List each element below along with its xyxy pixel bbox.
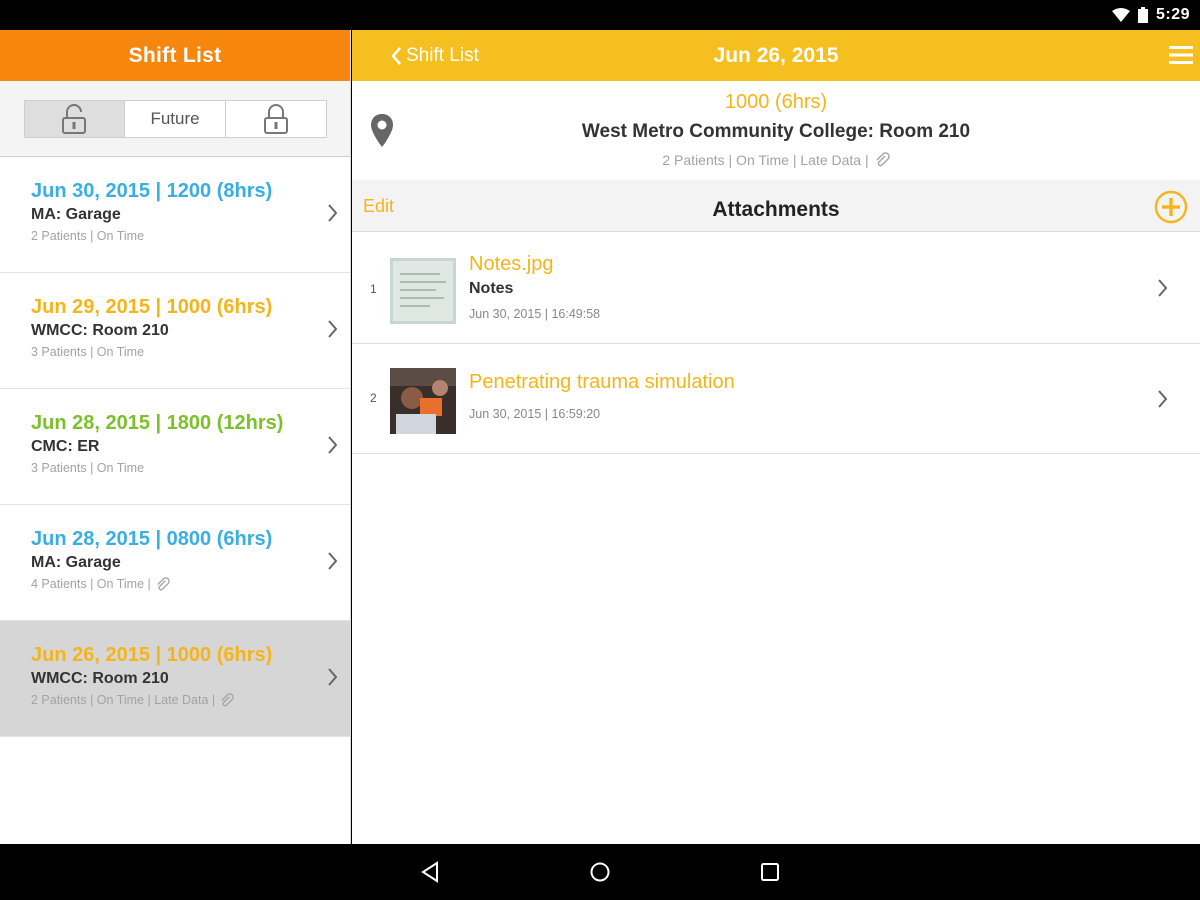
shift-location: West Metro Community College: Room 210 bbox=[581, 121, 971, 142]
attachment-row[interactable]: 1 Notes.jpg Notes Jun 30, 2015 | 16:49:5… bbox=[352, 232, 1200, 344]
shift-row[interactable]: Jun 28, 2015 | 0800 (6hrs) MA: Garage 4 Pa… bbox=[0, 505, 350, 621]
shift-row-location: MA: Garage bbox=[31, 554, 121, 571]
attachment-row[interactable]: 2 Penetrating trauma simulation Jun 30, … bbox=[352, 344, 1200, 454]
segment-future[interactable]: Future bbox=[125, 100, 226, 137]
battery-icon bbox=[1137, 7, 1148, 23]
chevron-right-icon bbox=[1158, 390, 1168, 408]
shift-row-title: Jun 28, 2015 | 1800 (12hrs) bbox=[31, 412, 284, 434]
shift-row-meta: 2 Patients | On Time bbox=[31, 229, 145, 243]
shift-time: 1000 (6hrs) bbox=[724, 91, 828, 113]
attachment-date: Jun 30, 2015 | 16:59:20 bbox=[469, 407, 601, 421]
segmented-control: Future bbox=[23, 99, 327, 138]
paperclip-icon bbox=[157, 576, 170, 590]
segment-unlocked[interactable] bbox=[24, 100, 126, 137]
trauma-simulation-thumbnail bbox=[390, 368, 456, 434]
recents-nav-icon[interactable] bbox=[759, 861, 781, 883]
attachment-name: Notes.jpg bbox=[469, 253, 554, 275]
paperclip-icon bbox=[876, 152, 890, 167]
segment-locked[interactable] bbox=[226, 101, 326, 137]
chevron-right-icon bbox=[328, 668, 338, 686]
shift-row-location: WMCC: Room 210 bbox=[31, 322, 169, 339]
detail-title: Jun 26, 2015 bbox=[713, 43, 839, 67]
shift-list-title: Shift List bbox=[128, 43, 222, 67]
shift-list-panel: Shift List Future Jun 30, 2015 | 1200 (8… bbox=[0, 30, 351, 844]
shift-row[interactable]: Jun 28, 2015 | 1800 (12hrs) CMC: ER 3 Pati… bbox=[0, 389, 350, 505]
shift-row-meta: 4 Patients | On Time | bbox=[31, 576, 350, 592]
back-nav-icon[interactable] bbox=[419, 861, 441, 883]
attachments-bar: Edit Attachments bbox=[352, 180, 1200, 232]
attachment-date: Jun 30, 2015 | 16:49:58 bbox=[469, 307, 601, 321]
chevron-right-icon bbox=[328, 320, 338, 338]
shift-detail-panel: Shift List Jun 26, 2015 1000 (6hrs) West… bbox=[352, 30, 1200, 844]
attachment-number: 1 bbox=[370, 282, 377, 296]
home-nav-icon[interactable] bbox=[589, 861, 611, 883]
shift-row-meta: 3 Patients | On Time bbox=[31, 461, 145, 475]
wifi-icon bbox=[1111, 8, 1130, 22]
shift-list: Jun 30, 2015 | 1200 (8hrs) MA: Garage 2 Pa… bbox=[0, 157, 350, 737]
attachment-number: 2 bbox=[370, 391, 377, 405]
add-attachment-icon[interactable] bbox=[1154, 190, 1188, 224]
shift-row-location: WMCC: Room 210 bbox=[31, 670, 169, 687]
notes-thumbnail bbox=[390, 258, 456, 324]
shift-row-title: Jun 29, 2015 | 1000 (6hrs) bbox=[31, 296, 273, 318]
system-nav-bar bbox=[0, 844, 1200, 900]
unlock-icon bbox=[62, 103, 87, 134]
shift-row[interactable]: Jun 29, 2015 | 1000 (6hrs) WMCC: Room 210… bbox=[0, 273, 350, 389]
attachment-description: Notes bbox=[469, 280, 514, 297]
attachment-name: Penetrating trauma simulation bbox=[469, 371, 735, 393]
shift-meta: 2 Patients | On Time | Late Data | bbox=[352, 152, 1200, 168]
shift-row-title: Jun 28, 2015 | 0800 (6hrs) bbox=[31, 528, 273, 550]
segment-bar: Future bbox=[0, 81, 350, 157]
chevron-right-icon bbox=[328, 204, 338, 222]
detail-header: Shift List Jun 26, 2015 bbox=[352, 30, 1200, 81]
shift-row-meta: 2 Patients | On Time | Late Data | bbox=[31, 692, 350, 708]
menu-icon[interactable] bbox=[1168, 45, 1194, 65]
shift-row-location: CMC: ER bbox=[31, 438, 100, 455]
shift-row[interactable]: Jun 30, 2015 | 1200 (8hrs) MA: Garage 2 Pa… bbox=[0, 157, 350, 273]
shift-row-title: Jun 30, 2015 | 1200 (8hrs) bbox=[31, 180, 273, 202]
shift-list-header: Shift List bbox=[0, 30, 350, 81]
attachments-title: Attachments bbox=[712, 198, 840, 221]
chevron-right-icon bbox=[328, 552, 338, 570]
shift-row-title: Jun 26, 2015 | 1000 (6hrs) bbox=[31, 644, 273, 666]
chevron-right-icon bbox=[328, 436, 338, 454]
clock: 5:29 bbox=[1155, 6, 1190, 23]
shift-row-meta: 3 Patients | On Time bbox=[31, 345, 145, 359]
lock-icon bbox=[263, 103, 288, 134]
shift-row[interactable]: Jun 26, 2015 | 1000 (6hrs) WMCC: Room 210… bbox=[0, 621, 350, 737]
paperclip-icon bbox=[221, 692, 234, 706]
shift-summary: 1000 (6hrs) West Metro Community College… bbox=[352, 81, 1200, 180]
shift-row-location: MA: Garage bbox=[31, 206, 121, 223]
status-bar: 5:29 bbox=[0, 0, 1200, 30]
chevron-right-icon bbox=[1158, 279, 1168, 297]
